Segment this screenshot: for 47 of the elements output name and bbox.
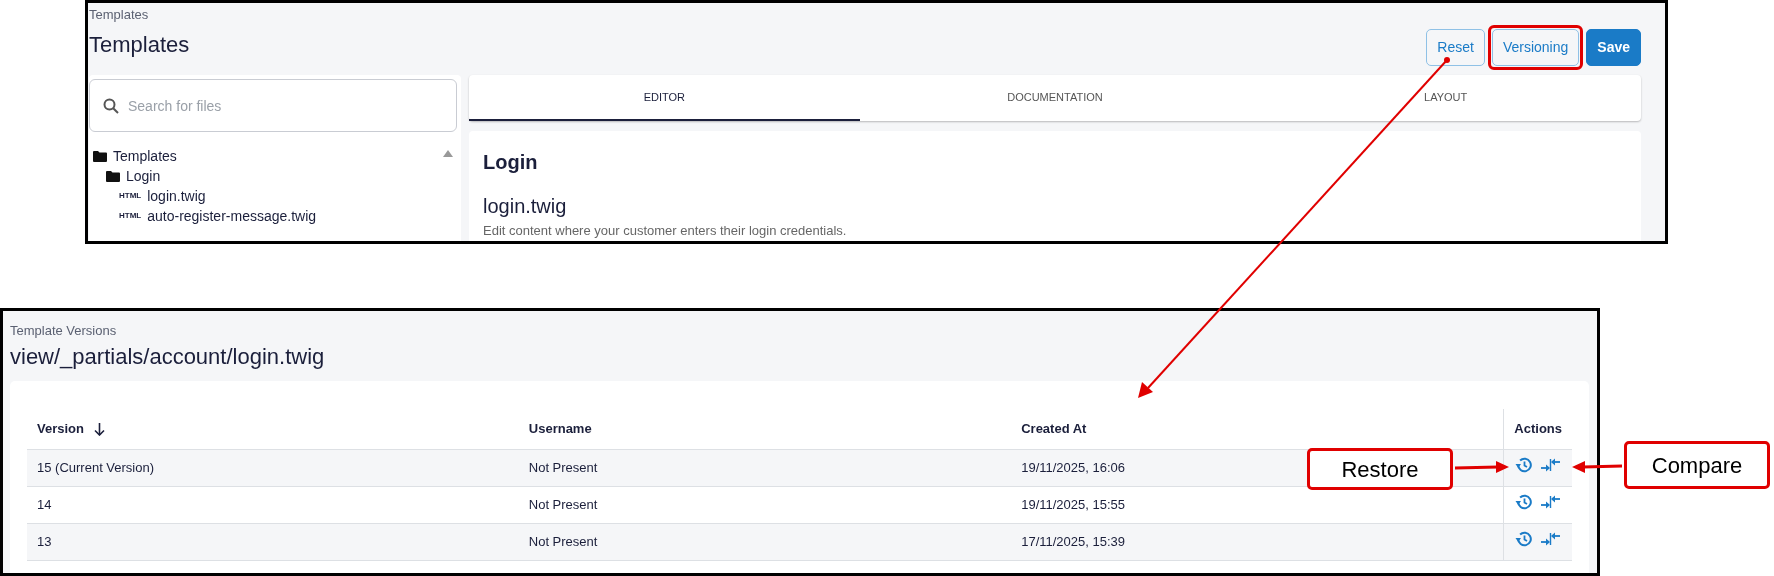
file-type-icon: HTML (119, 212, 142, 220)
page-title: view/_partials/account/login.twig (10, 343, 326, 371)
compare-arrows-icon[interactable] (1541, 530, 1562, 547)
folder-icon (93, 150, 107, 162)
table-cell: Not Present (528, 533, 598, 549)
search-field[interactable]: Search for files (89, 79, 457, 132)
table-cell: 15 (Current Version) (37, 459, 155, 475)
table-cell: Not Present (528, 459, 598, 475)
file-name: login.twig (483, 194, 568, 219)
compare-arrows-icon[interactable] (1541, 493, 1562, 510)
column-header[interactable]: Actions (1514, 421, 1562, 436)
table-cell: 13 (37, 533, 52, 549)
page-title: Templates (89, 31, 190, 59)
button[interactable]: Versioning (1491, 29, 1580, 66)
sort-down-icon[interactable] (93, 423, 105, 437)
table-cell: 14 (37, 496, 52, 512)
table-cell: Not Present (528, 496, 598, 512)
column-header[interactable]: Version (37, 421, 84, 436)
pointer-arrow (1454, 461, 1509, 473)
folder-icon (106, 170, 120, 182)
pointer-arrow (1572, 461, 1623, 473)
scroll-up-icon[interactable] (443, 150, 453, 157)
history-icon[interactable] (1515, 492, 1534, 511)
file-type-icon: HTML (119, 192, 142, 200)
table-cell: 17/11/2025, 15:39 (1021, 533, 1126, 549)
column-header[interactable]: Created At (1021, 421, 1087, 436)
callout-label: Restore (1307, 448, 1453, 490)
button[interactable]: Save (1586, 29, 1641, 66)
tree-item[interactable]: Templates (113, 146, 177, 166)
tab[interactable]: DOCUMENTATION (859, 75, 1251, 121)
description: Edit content where your customer enters their login credentials. (483, 222, 848, 240)
button[interactable]: Reset (1426, 29, 1485, 66)
breadcrumb: Template Versions (10, 323, 118, 339)
table-cell: 19/11/2025, 15:55 (1021, 496, 1126, 512)
breadcrumb: Templates (89, 7, 150, 23)
history-icon[interactable] (1515, 455, 1534, 474)
table-cell: 19/11/2025, 16:06 (1021, 459, 1126, 475)
section-heading: Login (483, 150, 539, 175)
column-header[interactable]: Username (528, 421, 592, 436)
tab[interactable]: EDITOR (469, 75, 860, 121)
tree-item[interactable]: auto-register-message.twig (147, 206, 317, 226)
tree-item[interactable]: login.twig (147, 186, 206, 206)
callout-label: Compare (1624, 441, 1770, 489)
history-icon[interactable] (1515, 529, 1534, 548)
tab[interactable]: LAYOUT (1250, 75, 1641, 121)
tree-item[interactable]: Login (126, 166, 161, 186)
compare-arrows-icon[interactable] (1541, 456, 1562, 473)
